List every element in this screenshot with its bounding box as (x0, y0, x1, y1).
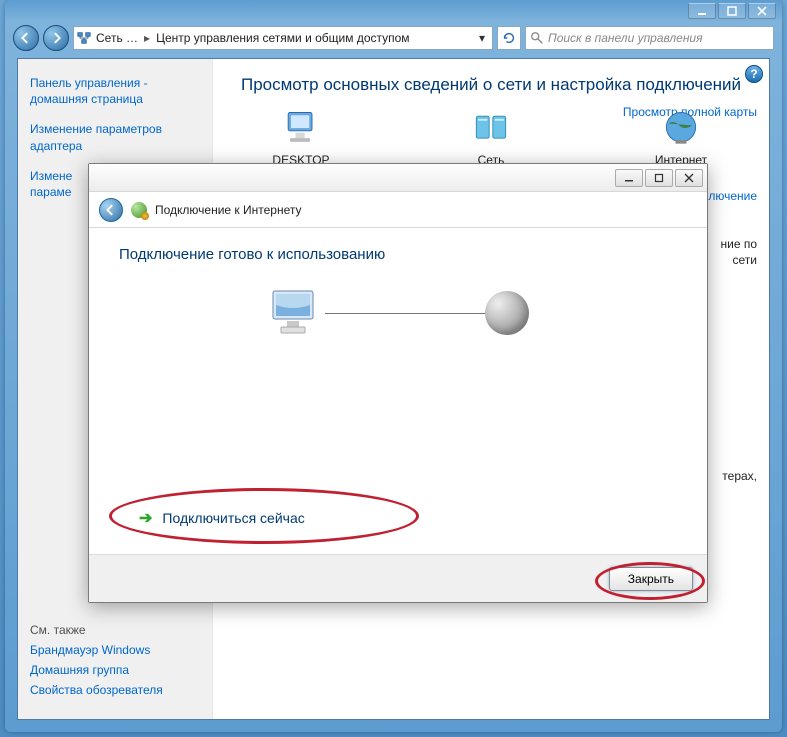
address-bar[interactable]: Сеть … ▸ Центр управления сетями и общим… (73, 26, 493, 50)
sidebar-home-link[interactable]: Панель управления - домашняя страница (30, 75, 200, 107)
arrow-right-icon: ➔ (139, 508, 152, 528)
globe-gray-icon (485, 291, 529, 335)
refresh-button[interactable] (497, 26, 521, 50)
net-item-network: Сеть (436, 107, 546, 167)
dialog-close-x-button[interactable] (675, 169, 703, 187)
dialog-heading: Подключение готово к использованию (119, 246, 677, 263)
nav-toolbar: Сеть … ▸ Центр управления сетями и общим… (13, 22, 774, 54)
connect-now-label: Подключиться сейчас (162, 510, 304, 526)
internet-connection-icon (131, 202, 147, 218)
maximize-button[interactable] (718, 3, 746, 19)
help-icon[interactable]: ? (745, 65, 763, 83)
chevron-down-icon[interactable]: ▾ (474, 31, 490, 45)
net-item-desktop: DESKTOP (246, 107, 356, 167)
dialog-close-button[interactable]: Закрыть (609, 567, 693, 591)
connect-now-link[interactable]: ➔ Подключиться сейчас (139, 508, 305, 528)
sidebar-link-homegroup[interactable]: Домашняя группа (30, 663, 200, 677)
partial-text-2: сети (733, 253, 757, 267)
sidebar-footer-header: См. также (30, 623, 200, 637)
dialog-back-button[interactable] (99, 198, 123, 222)
window-titlebar (5, 0, 782, 22)
dialog-footer: Закрыть (89, 554, 707, 602)
forward-button[interactable] (43, 25, 69, 51)
monitor-icon (267, 287, 325, 339)
partial-text-connection: лючение (708, 189, 757, 203)
sidebar-link-internet-props[interactable]: Свойства обозревателя (30, 683, 200, 697)
search-placeholder: Поиск в панели управления (548, 31, 703, 45)
sidebar-item-adapter[interactable]: Изменение параметров адаптера (30, 121, 200, 153)
network-icon (469, 107, 513, 151)
back-button[interactable] (13, 25, 39, 51)
computer-icon (279, 107, 323, 151)
search-input[interactable]: Поиск в панели управления (525, 26, 774, 50)
chevron-right-icon: ▸ (142, 31, 152, 45)
wizard-dialog: Подключение к Интернету Подключение гото… (88, 163, 708, 603)
dialog-title: Подключение к Интернету (155, 203, 302, 217)
minimize-button[interactable] (688, 3, 716, 19)
close-button[interactable] (748, 3, 776, 19)
dialog-body: Подключение готово к использованию ➔ Под… (89, 228, 707, 554)
partial-text-3: терах, (722, 469, 757, 483)
search-icon (530, 31, 544, 45)
dialog-header: Подключение к Интернету (89, 192, 707, 228)
net-item-internet: Интернет (626, 107, 736, 167)
network-icon (76, 30, 92, 46)
breadcrumb-part1[interactable]: Сеть … (96, 31, 138, 45)
connection-visual (119, 287, 677, 339)
partial-text-1: ние по (720, 237, 757, 251)
globe-icon (659, 107, 703, 151)
page-title: Просмотр основных сведений о сети и наст… (233, 75, 749, 95)
breadcrumb-part2[interactable]: Центр управления сетями и общим доступом (156, 31, 410, 45)
dialog-minimize-button[interactable] (615, 169, 643, 187)
sidebar-link-firewall[interactable]: Брандмауэр Windows (30, 643, 200, 657)
connection-line (325, 313, 485, 314)
dialog-maximize-button[interactable] (645, 169, 673, 187)
dialog-titlebar (89, 164, 707, 192)
